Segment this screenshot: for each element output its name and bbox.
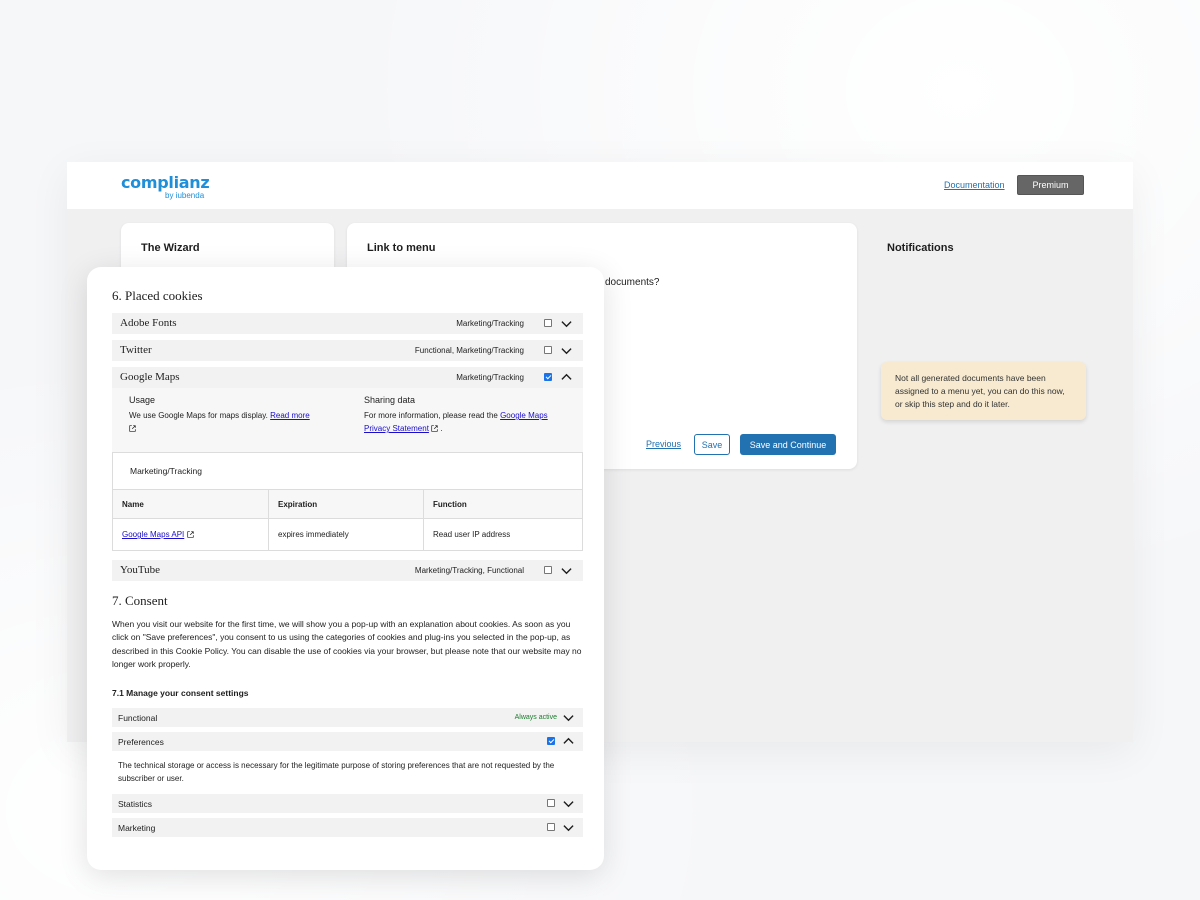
service-checkbox[interactable] bbox=[544, 373, 552, 381]
service-name: YouTube bbox=[120, 564, 161, 576]
always-active-badge: Always active bbox=[514, 714, 557, 721]
service-category: Marketing/Tracking, Functional bbox=[414, 566, 524, 575]
service-name: Adobe Fonts bbox=[120, 317, 177, 329]
col-header-function: Function bbox=[433, 500, 467, 509]
manage-consent-heading: 7.1 Manage your consent settings bbox=[112, 688, 249, 698]
usage-description: We use Google Maps for maps display. bbox=[129, 411, 268, 420]
read-more-link[interactable]: Read more bbox=[270, 411, 310, 420]
service-category: Marketing/Tracking bbox=[456, 319, 524, 328]
service-checkbox[interactable] bbox=[544, 346, 552, 354]
cookie-table: Marketing/Tracking Name Expiration Funct… bbox=[112, 452, 583, 551]
wizard-title: The Wizard bbox=[141, 242, 200, 254]
cookie-function: Read user IP address bbox=[433, 530, 511, 539]
privacy-statement-link[interactable]: Privacy Statement bbox=[364, 424, 429, 433]
chevron-down-icon[interactable] bbox=[563, 712, 574, 723]
usage-title: Usage bbox=[129, 395, 156, 405]
service-name: Google Maps bbox=[120, 371, 180, 383]
table-row: Google Maps API bbox=[122, 530, 194, 539]
cookie-policy-panel: 6. Placed cookies Adobe Fonts Marketing/… bbox=[87, 267, 604, 870]
google-maps-details: Usage We use Google Maps for maps displa… bbox=[112, 388, 583, 452]
sharing-description: For more information, please read the bbox=[364, 411, 498, 420]
previous-link[interactable]: Previous bbox=[646, 439, 681, 449]
service-checkbox[interactable] bbox=[544, 319, 552, 327]
consent-category-name: Marketing bbox=[118, 823, 156, 833]
chevron-down-icon[interactable] bbox=[563, 822, 574, 833]
external-link-icon bbox=[186, 531, 194, 539]
sharing-text: For more information, please read the Go… bbox=[364, 409, 574, 435]
consent-row-functional[interactable]: Functional Always active bbox=[112, 708, 583, 727]
complianz-logo[interactable]: complianz by iubenda bbox=[121, 174, 221, 202]
service-row-youtube[interactable]: YouTube Marketing/Tracking, Functional bbox=[112, 560, 583, 581]
notification-warning: Not all generated documents have been as… bbox=[881, 362, 1086, 420]
column-divider bbox=[268, 489, 269, 551]
placed-cookies-heading: 6. Placed cookies bbox=[112, 288, 203, 303]
logo-subtitle: by iubenda bbox=[165, 191, 205, 200]
service-row-google-maps[interactable]: Google Maps Marketing/Tracking bbox=[112, 367, 583, 388]
consent-category-name: Functional bbox=[118, 713, 158, 723]
service-category: Functional, Marketing/Tracking bbox=[414, 346, 524, 355]
service-checkbox[interactable] bbox=[544, 566, 552, 574]
service-name: Twitter bbox=[120, 344, 152, 356]
statistics-checkbox[interactable] bbox=[547, 799, 555, 807]
link-to-menu-title: Link to menu bbox=[367, 242, 436, 254]
chevron-down-icon[interactable] bbox=[563, 798, 574, 809]
consent-row-preferences[interactable]: Preferences bbox=[112, 732, 583, 751]
logo-text: complianz bbox=[121, 173, 210, 192]
chevron-up-icon[interactable] bbox=[563, 736, 574, 747]
chevron-down-icon[interactable] bbox=[561, 318, 572, 329]
documentation-link[interactable]: Documentation bbox=[944, 180, 1005, 190]
column-divider bbox=[423, 489, 424, 551]
usage-text: We use Google Maps for maps display. Rea… bbox=[129, 409, 349, 435]
menu-question: documents? bbox=[605, 277, 660, 288]
consent-row-marketing[interactable]: Marketing bbox=[112, 818, 583, 837]
premium-button[interactable]: Premium bbox=[1017, 175, 1084, 195]
save-and-continue-button[interactable]: Save and Continue bbox=[740, 434, 836, 455]
preferences-checkbox[interactable] bbox=[547, 737, 555, 745]
consent-paragraph: When you visit our website for the first… bbox=[112, 619, 582, 669]
col-header-name: Name bbox=[122, 500, 144, 509]
service-category: Marketing/Tracking bbox=[456, 373, 524, 382]
col-header-expiration: Expiration bbox=[278, 500, 318, 509]
cookie-name-link[interactable]: Google Maps API bbox=[122, 530, 184, 539]
top-bar: complianz by iubenda Documentation Premi… bbox=[67, 162, 1133, 209]
service-row-twitter[interactable]: Twitter Functional, Marketing/Tracking bbox=[112, 340, 583, 361]
table-header bbox=[113, 489, 582, 519]
consent-category-name: Preferences bbox=[118, 737, 164, 747]
consent-heading: 7. Consent bbox=[112, 593, 168, 608]
sharing-title: Sharing data bbox=[364, 395, 416, 405]
marketing-checkbox[interactable] bbox=[547, 823, 555, 831]
external-link-icon bbox=[129, 425, 136, 433]
save-button[interactable]: Save bbox=[694, 434, 730, 455]
preferences-description: The technical storage or access is neces… bbox=[118, 761, 555, 783]
cookie-expiration: expires immediately bbox=[278, 530, 349, 539]
external-link-icon bbox=[431, 425, 438, 433]
chevron-down-icon[interactable] bbox=[561, 345, 572, 356]
table-category: Marketing/Tracking bbox=[130, 466, 202, 476]
consent-row-statistics[interactable]: Statistics bbox=[112, 794, 583, 813]
sharing-end: . bbox=[440, 424, 443, 433]
consent-category-name: Statistics bbox=[118, 799, 153, 809]
notifications-title: Notifications bbox=[887, 242, 954, 254]
service-row-adobe-fonts[interactable]: Adobe Fonts Marketing/Tracking bbox=[112, 313, 583, 334]
chevron-down-icon[interactable] bbox=[561, 565, 572, 576]
chevron-up-icon[interactable] bbox=[561, 372, 572, 383]
google-maps-link[interactable]: Google Maps bbox=[500, 411, 548, 420]
